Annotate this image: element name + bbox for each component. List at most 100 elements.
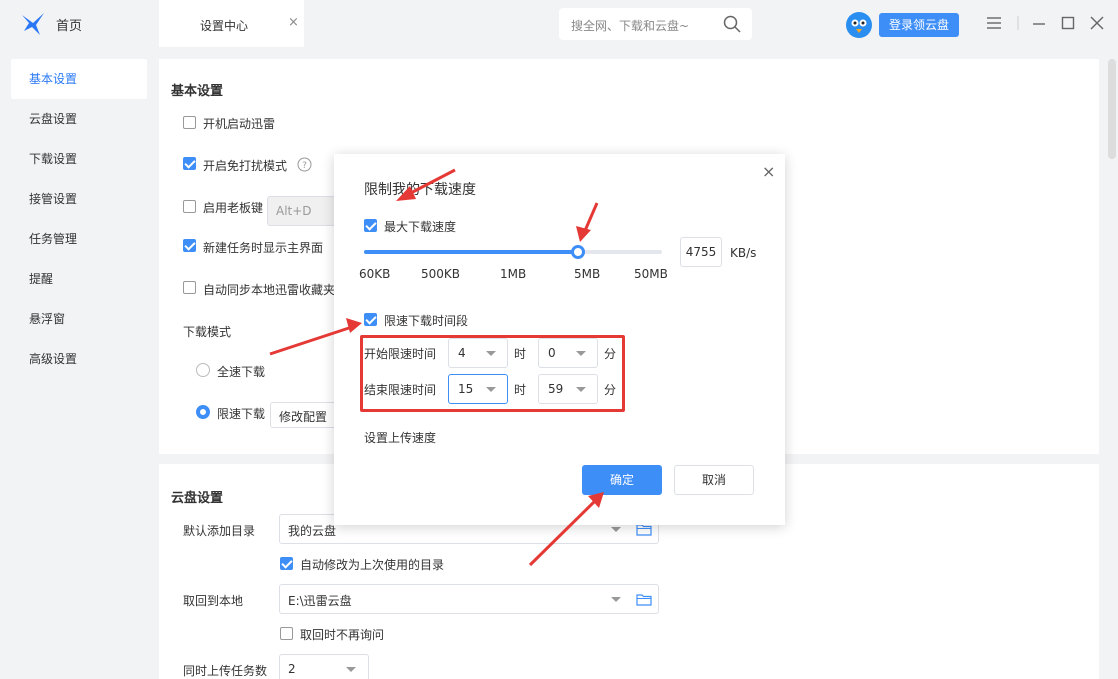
speed-unit: KB/s xyxy=(730,246,757,260)
start-minute-select[interactable]: 0 xyxy=(538,338,598,368)
auto-modify-checkbox[interactable] xyxy=(280,557,293,570)
scrollbar[interactable] xyxy=(1108,59,1116,159)
tick-label: 5MB xyxy=(574,267,601,281)
tab-close-icon[interactable]: × xyxy=(288,15,299,30)
limited-speed-radio[interactable] xyxy=(196,405,210,419)
autostart-checkbox[interactable] xyxy=(183,116,196,129)
start-hour-select[interactable]: 4 xyxy=(448,338,508,368)
chevron-down-icon xyxy=(346,667,356,672)
svg-text:?: ? xyxy=(302,161,307,171)
minute-unit: 分 xyxy=(604,383,617,397)
fetch-local-label: 取回到本地 xyxy=(183,594,244,608)
chevron-down-icon xyxy=(486,351,496,356)
cancel-button[interactable]: 取消 xyxy=(674,465,754,495)
minute-unit: 分 xyxy=(604,347,617,361)
end-hour-value: 15 xyxy=(458,382,474,396)
start-hour-value: 4 xyxy=(458,346,466,360)
speed-value-input[interactable]: 4755 xyxy=(680,237,722,267)
search-input[interactable]: 搜全网、下载和云盘~ xyxy=(571,17,689,34)
full-speed-label: 全速下载 xyxy=(217,365,266,379)
tick-label: 50MB xyxy=(634,267,668,281)
sidebar-item-takeover[interactable]: 接管设置 xyxy=(11,179,147,219)
speed-limit-dialog: 限制我的下载速度 × 最大下载速度 60KB 500KB 1MB 5MB 50M… xyxy=(334,154,785,525)
sidebar-item-cloud[interactable]: 云盘设置 xyxy=(11,99,147,139)
time-limit-checkbox[interactable] xyxy=(364,313,377,326)
basic-settings-title: 基本设置 xyxy=(171,84,224,99)
dialog-title: 限制我的下载速度 xyxy=(364,182,476,198)
start-time-label: 开始限速时间 xyxy=(364,347,437,361)
boss-key-label: 启用老板键 xyxy=(203,201,264,215)
default-dir-label: 默认添加目录 xyxy=(183,524,256,538)
concurrent-upload-label: 同时上传任务数 xyxy=(183,664,268,678)
slider-fill xyxy=(364,250,579,254)
menu-icon[interactable] xyxy=(985,14,1003,32)
close-window-icon[interactable] xyxy=(1088,14,1106,32)
autostart-label: 开机启动迅雷 xyxy=(203,117,276,131)
show-main-checkbox[interactable] xyxy=(183,239,196,252)
fetch-local-select[interactable]: E:\迅雷云盘 xyxy=(279,584,659,614)
show-main-label: 新建任务时显示主界面 xyxy=(203,241,324,255)
boss-key-checkbox[interactable] xyxy=(183,200,196,213)
tick-label: 1MB xyxy=(500,267,527,281)
chevron-down-icon xyxy=(611,597,621,602)
minimize-icon[interactable] xyxy=(1030,14,1048,32)
folder-icon[interactable] xyxy=(636,593,652,606)
chevron-down-icon xyxy=(486,387,496,392)
sidebar-item-reminder[interactable]: 提醒 xyxy=(11,259,147,299)
limited-speed-label: 限速下载 xyxy=(217,407,266,421)
auto-modify-label: 自动修改为上次使用的目录 xyxy=(300,558,445,572)
concurrent-upload-value: 2 xyxy=(288,662,296,676)
sidebar-item-basic[interactable]: 基本设置 xyxy=(11,59,147,99)
end-hour-select[interactable]: 15 xyxy=(448,374,508,404)
title-bar: 首页 设置中心 × 搜全网、下载和云盘~ 登录领云盘 xyxy=(0,0,1118,47)
sync-favorites-checkbox[interactable] xyxy=(183,281,196,294)
concurrent-upload-select[interactable]: 2 xyxy=(279,654,369,679)
ok-button[interactable]: 确定 xyxy=(582,465,662,495)
no-ask-checkbox[interactable] xyxy=(280,627,293,640)
upload-speed-link[interactable]: 设置上传速度 xyxy=(364,429,436,446)
search-box[interactable]: 搜全网、下载和云盘~ xyxy=(559,8,752,40)
tab-label: 设置中心 xyxy=(200,19,249,33)
end-time-label: 结束限速时间 xyxy=(364,383,437,397)
cloud-settings-title: 云盘设置 xyxy=(171,491,224,506)
chevron-down-icon xyxy=(576,351,586,356)
sidebar-item-download[interactable]: 下载设置 xyxy=(11,139,147,179)
max-speed-checkbox[interactable] xyxy=(364,219,377,232)
maximize-icon[interactable] xyxy=(1059,14,1077,32)
sync-favorites-label: 自动同步本地迅雷收藏夹 xyxy=(203,283,336,297)
chevron-down-icon xyxy=(576,387,586,392)
search-icon[interactable] xyxy=(723,15,741,33)
download-mode-label: 下载模式 xyxy=(183,325,232,339)
tick-label: 500KB xyxy=(421,267,461,281)
thunder-logo-icon[interactable] xyxy=(20,11,46,37)
modify-config-button[interactable]: 修改配置 xyxy=(270,402,340,428)
chevron-down-icon xyxy=(611,527,621,532)
slider-handle[interactable] xyxy=(571,245,586,259)
fetch-local-value: E:\迅雷云盘 xyxy=(288,594,352,608)
dnd-checkbox[interactable] xyxy=(183,157,196,170)
default-dir-value: 我的云盘 xyxy=(288,524,337,538)
full-speed-radio[interactable] xyxy=(196,363,210,377)
boss-key-input[interactable]: Alt+D xyxy=(267,196,337,226)
home-label[interactable]: 首页 xyxy=(56,15,82,34)
sidebar-item-float[interactable]: 悬浮窗 xyxy=(11,299,147,339)
sidebar-item-advanced[interactable]: 高级设置 xyxy=(11,339,147,379)
login-button[interactable]: 登录领云盘 xyxy=(879,13,959,37)
hour-unit: 时 xyxy=(514,347,527,361)
tick-label: 60KB xyxy=(359,267,391,281)
close-icon[interactable]: × xyxy=(762,162,775,181)
boss-key-value: Alt+D xyxy=(276,204,312,218)
help-icon[interactable]: ? xyxy=(297,157,312,172)
bird-avatar-icon[interactable] xyxy=(845,11,873,39)
time-limit-label: 限速下载时间段 xyxy=(384,314,469,328)
sidebar: 基本设置 云盘设置 下载设置 接管设置 任务管理 提醒 悬浮窗 高级设置 xyxy=(0,47,158,679)
sidebar-item-task[interactable]: 任务管理 xyxy=(11,219,147,259)
modify-config-label: 修改配置 xyxy=(279,410,328,424)
max-speed-label: 最大下载速度 xyxy=(384,220,457,234)
end-minute-select[interactable]: 59 xyxy=(538,374,598,404)
dnd-label: 开启免打扰模式 xyxy=(203,159,288,173)
end-minute-value: 59 xyxy=(548,382,564,396)
tab-settings-center[interactable]: 设置中心 × xyxy=(159,0,304,47)
no-ask-label: 取回时不再询问 xyxy=(300,628,385,642)
speed-slider[interactable] xyxy=(364,245,662,259)
